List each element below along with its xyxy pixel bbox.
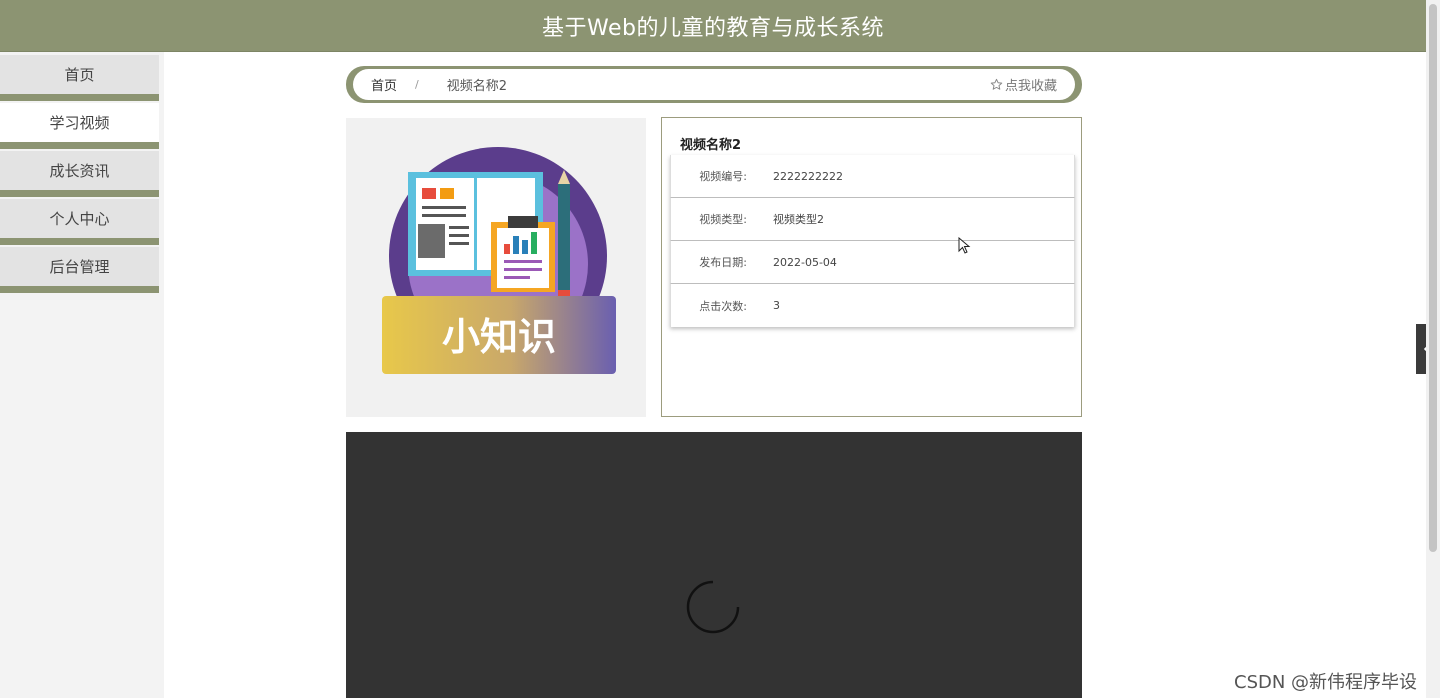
star-outline-icon (990, 78, 1003, 90)
sidebar: 首页 学习视频 成长资讯 个人中心 后台管理 (0, 52, 164, 698)
breadcrumb: 首页 / 视频名称2 点我收藏 (346, 66, 1082, 103)
video-title: 视频名称2 (680, 138, 742, 153)
sidebar-item-label: 成长资讯 (49, 162, 110, 180)
cover-illustration: 小知识 (382, 147, 616, 374)
info-row-clicks: 点击次数: 3 (670, 284, 1075, 327)
sidebar-item-profile[interactable]: 个人中心 (0, 199, 159, 245)
info-label: 视频类型: (699, 213, 747, 226)
info-row-date: 发布日期: 2022-05-04 (670, 241, 1075, 284)
sidebar-item-news[interactable]: 成长资讯 (0, 151, 159, 197)
sidebar-item-label: 首页 (64, 66, 95, 84)
info-row-type: 视频类型: 视频类型2 (670, 198, 1075, 241)
mouse-cursor-icon (958, 237, 971, 254)
page-title: 基于Web的儿童的教育与成长系统 (542, 15, 884, 41)
page-scrollbar[interactable] (1426, 0, 1440, 698)
loading-spinner-icon (686, 580, 740, 634)
favorite-button[interactable]: 点我收藏 (990, 75, 1057, 94)
sidebar-item-label: 学习视频 (49, 114, 110, 132)
video-player[interactable] (346, 432, 1082, 698)
breadcrumb-inner: 首页 / 视频名称2 点我收藏 (353, 69, 1075, 100)
info-label: 发布日期: (699, 256, 747, 269)
page-header: 基于Web的儿童的教育与成长系统 (0, 0, 1426, 52)
info-row-id: 视频编号: 2222222222 (670, 155, 1075, 198)
breadcrumb-home-link[interactable]: 首页 (371, 75, 397, 94)
info-value: 2022-05-04 (773, 255, 837, 269)
info-label: 视频编号: (699, 170, 747, 183)
sidebar-item-videos[interactable]: 学习视频 (0, 103, 159, 149)
breadcrumb-current: 视频名称2 (446, 79, 508, 94)
info-label: 点击次数: (699, 299, 747, 313)
info-value: 2222222222 (773, 169, 843, 183)
favorite-label: 点我收藏 (1004, 79, 1057, 94)
scrollbar-thumb[interactable] (1429, 4, 1437, 552)
sidebar-item-label: 个人中心 (49, 210, 110, 228)
video-info-table: 视频编号: 2222222222 视频类型: 视频类型2 发布日期: 2022-… (670, 155, 1075, 327)
breadcrumb-separator: / (415, 78, 419, 91)
sidebar-item-home[interactable]: 首页 (0, 55, 159, 101)
info-value: 3 (773, 299, 780, 312)
video-detail-card: 视频名称2 视频编号: 2222222222 视频类型: 视频类型2 发布日期:… (661, 117, 1082, 417)
sidebar-item-label: 后台管理 (49, 258, 110, 276)
video-cover-image: 小知识 (346, 118, 646, 417)
info-value: 视频类型2 (773, 213, 824, 226)
sidebar-item-admin[interactable]: 后台管理 (0, 247, 159, 293)
cover-text: 小知识 (442, 315, 556, 359)
watermark: CSDN @新伟程序毕设 (1234, 672, 1418, 693)
